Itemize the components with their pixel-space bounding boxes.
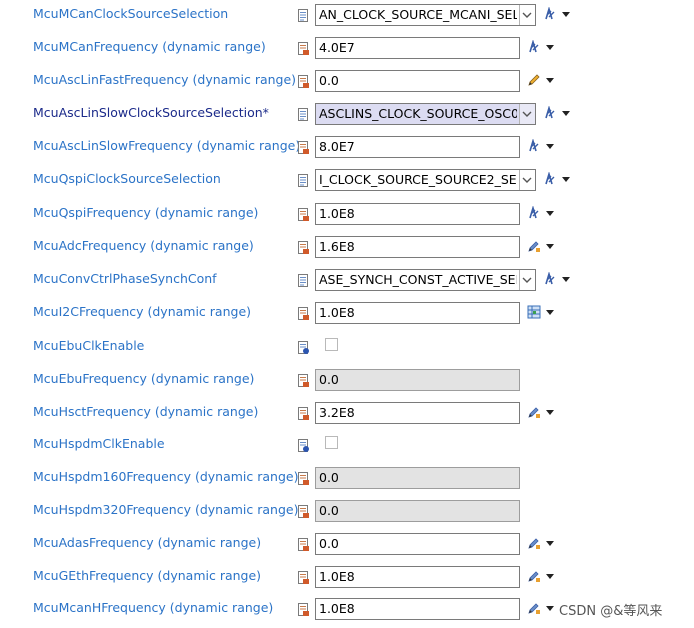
param-label: McuAdcFrequency (dynamic range) bbox=[33, 238, 254, 253]
value-field: 0.0 bbox=[315, 467, 520, 489]
param-label: McuMcanHFrequency (dynamic range) bbox=[33, 600, 274, 615]
param-actions[interactable] bbox=[527, 239, 559, 255]
param-label: McuHsctFrequency (dynamic range) bbox=[33, 404, 259, 419]
parameter-list: McuMCanClockSourceSelection AN_CLOCK_SOUR… bbox=[0, 0, 694, 628]
param-actions[interactable] bbox=[527, 40, 559, 56]
param-label: McuConvCtrlPhaseSynchConf bbox=[33, 271, 217, 286]
param-actions[interactable] bbox=[543, 106, 575, 122]
enum-select[interactable]: ASE_SYNCH_CONST_ACTIVE_SEL0 bbox=[315, 269, 536, 291]
param-row-mcuadcfrequency: McuAdcFrequency (dynamic range) 1.6E8 bbox=[0, 235, 694, 259]
param-row-mcuasclinslowfrequency: McuAscLinSlowFrequency (dynamic range) 8.… bbox=[0, 135, 694, 159]
value-field[interactable]: 1.6E8 bbox=[315, 236, 520, 258]
param-row-mcugethfrequency: McuGEthFrequency (dynamic range) 1.0E8 bbox=[0, 565, 694, 589]
enable-checkbox[interactable] bbox=[325, 436, 338, 449]
float-type-icon bbox=[298, 373, 310, 387]
enum-select[interactable]: AN_CLOCK_SOURCE_MCANI_SEL1 bbox=[315, 4, 536, 26]
enum-select[interactable]: ASCLINS_CLOCK_SOURCE_OSC0_SEL bbox=[315, 103, 536, 125]
param-actions[interactable] bbox=[543, 172, 575, 188]
param-actions[interactable] bbox=[527, 305, 559, 321]
param-row-mcuconvctrlphasesynchconf: McuConvCtrlPhaseSynchConf ASE_SYNCH_CONST… bbox=[0, 268, 694, 292]
enum-select[interactable]: I_CLOCK_SOURCE_SOURCE2_SEL2 bbox=[315, 169, 536, 191]
value-field[interactable]: 0.0 bbox=[315, 533, 520, 555]
enum-type-icon bbox=[298, 8, 310, 22]
param-actions[interactable] bbox=[527, 569, 559, 585]
param-row-mcuhspdm160frequency: McuHspdm160Frequency (dynamic range) 0.0 bbox=[0, 466, 694, 490]
float-type-icon bbox=[298, 406, 310, 420]
value-field[interactable]: 4.0E7 bbox=[315, 37, 520, 59]
param-actions[interactable] bbox=[527, 73, 559, 89]
param-label: McuQspiClockSourceSelection bbox=[33, 171, 221, 186]
param-row-mcuhspdmclkenable: McuHspdmClkEnable bbox=[0, 433, 694, 457]
value-field: 0.0 bbox=[315, 500, 520, 522]
param-label: McuHspdm160Frequency (dynamic range) bbox=[33, 469, 299, 484]
float-type-icon bbox=[298, 41, 310, 55]
param-row-mcuasclinfastfrequency: McuAscLinFastFrequency (dynamic range) 0.… bbox=[0, 69, 694, 93]
param-row-mcuadasfrequency: McuAdasFrequency (dynamic range) 0.0 bbox=[0, 532, 694, 556]
float-type-icon bbox=[298, 207, 310, 221]
enum-type-icon bbox=[298, 107, 310, 121]
param-label: McuMCanClockSourceSelection bbox=[33, 6, 229, 21]
value-field[interactable]: 3.2E8 bbox=[315, 402, 520, 424]
param-row-mcuhspdm320frequency: McuHspdm320Frequency (dynamic range) 0.0 bbox=[0, 499, 694, 523]
param-row-mcui2cfrequency: McuI2CFrequency (dynamic range) 1.0E8 bbox=[0, 301, 694, 325]
param-label: McuAscLinSlowFrequency (dynamic range) bbox=[33, 138, 301, 153]
param-label: McuHspdmClkEnable bbox=[33, 436, 165, 451]
chevron-down-icon[interactable] bbox=[519, 270, 535, 290]
param-label: McuAscLinFastFrequency (dynamic range) bbox=[33, 72, 297, 87]
value-field: 0.0 bbox=[315, 369, 520, 391]
param-actions[interactable] bbox=[543, 7, 575, 23]
select-value: ASCLINS_CLOCK_SOURCE_OSC0_SEL bbox=[319, 106, 517, 121]
float-type-icon bbox=[298, 570, 310, 584]
select-value: AN_CLOCK_SOURCE_MCANI_SEL1 bbox=[319, 7, 517, 22]
param-label: McuEbuClkEnable bbox=[33, 338, 145, 353]
value-field[interactable]: 8.0E7 bbox=[315, 136, 520, 158]
float-type-icon bbox=[298, 74, 310, 88]
enum-type-icon bbox=[298, 273, 310, 287]
param-label: McuEbuFrequency (dynamic range) bbox=[33, 371, 255, 386]
param-row-mcuasclinslowclocksourceselection: McuAscLinSlowClockSourceSelection* ASCLIN… bbox=[0, 102, 694, 126]
float-type-icon bbox=[298, 306, 310, 320]
value-field[interactable]: 1.0E8 bbox=[315, 566, 520, 588]
param-label: McuHspdm320Frequency (dynamic range) bbox=[33, 502, 299, 517]
enable-checkbox[interactable] bbox=[325, 338, 338, 351]
watermark: CSDN @&等风来 bbox=[559, 604, 663, 619]
float-type-icon bbox=[298, 504, 310, 518]
chevron-down-icon[interactable] bbox=[519, 5, 535, 25]
enum-type-icon bbox=[298, 173, 310, 187]
boolean-type-icon bbox=[298, 438, 310, 452]
param-actions[interactable] bbox=[527, 601, 559, 617]
param-label: McuGEthFrequency (dynamic range) bbox=[33, 568, 262, 583]
param-actions[interactable] bbox=[527, 536, 559, 552]
boolean-type-icon bbox=[298, 340, 310, 354]
select-value: I_CLOCK_SOURCE_SOURCE2_SEL2 bbox=[319, 172, 517, 187]
param-row-mcuqspifrequency: McuQspiFrequency (dynamic range) 1.0E8 bbox=[0, 202, 694, 226]
param-label: McuAdasFrequency (dynamic range) bbox=[33, 535, 262, 550]
param-row-mcuqspiclocksourceselection: McuQspiClockSourceSelection I_CLOCK_SOURC… bbox=[0, 168, 694, 192]
value-field[interactable]: 1.0E8 bbox=[315, 302, 520, 324]
float-type-icon bbox=[298, 537, 310, 551]
value-field[interactable]: 0.0 bbox=[315, 70, 520, 92]
chevron-down-icon[interactable] bbox=[519, 170, 535, 190]
param-actions[interactable] bbox=[527, 139, 559, 155]
param-label: McuAscLinSlowClockSourceSelection* bbox=[33, 105, 269, 120]
value-field[interactable]: 1.0E8 bbox=[315, 203, 520, 225]
float-type-icon bbox=[298, 602, 310, 616]
param-label: McuQspiFrequency (dynamic range) bbox=[33, 205, 259, 220]
param-label: McuMCanFrequency (dynamic range) bbox=[33, 39, 266, 54]
param-label: McuI2CFrequency (dynamic range) bbox=[33, 304, 252, 319]
float-type-icon bbox=[298, 471, 310, 485]
value-field[interactable]: 1.0E8 bbox=[315, 598, 520, 620]
param-row-mcuhsctfrequency: McuHsctFrequency (dynamic range) 3.2E8 bbox=[0, 401, 694, 425]
chevron-down-icon[interactable] bbox=[519, 104, 535, 124]
param-row-mcumcanclocksourceselection: McuMCanClockSourceSelection AN_CLOCK_SOUR… bbox=[0, 3, 694, 27]
param-actions[interactable] bbox=[527, 405, 559, 421]
param-actions[interactable] bbox=[527, 206, 559, 222]
float-type-icon bbox=[298, 240, 310, 254]
float-type-icon bbox=[298, 140, 310, 154]
param-actions[interactable] bbox=[543, 272, 575, 288]
param-row-mcuebuclkenable: McuEbuClkEnable bbox=[0, 335, 694, 359]
param-row-mcumcanfrequency: McuMCanFrequency (dynamic range) 4.0E7 bbox=[0, 36, 694, 60]
select-value: ASE_SYNCH_CONST_ACTIVE_SEL0 bbox=[319, 272, 517, 287]
param-row-mcuebufrequency: McuEbuFrequency (dynamic range) 0.0 bbox=[0, 368, 694, 392]
